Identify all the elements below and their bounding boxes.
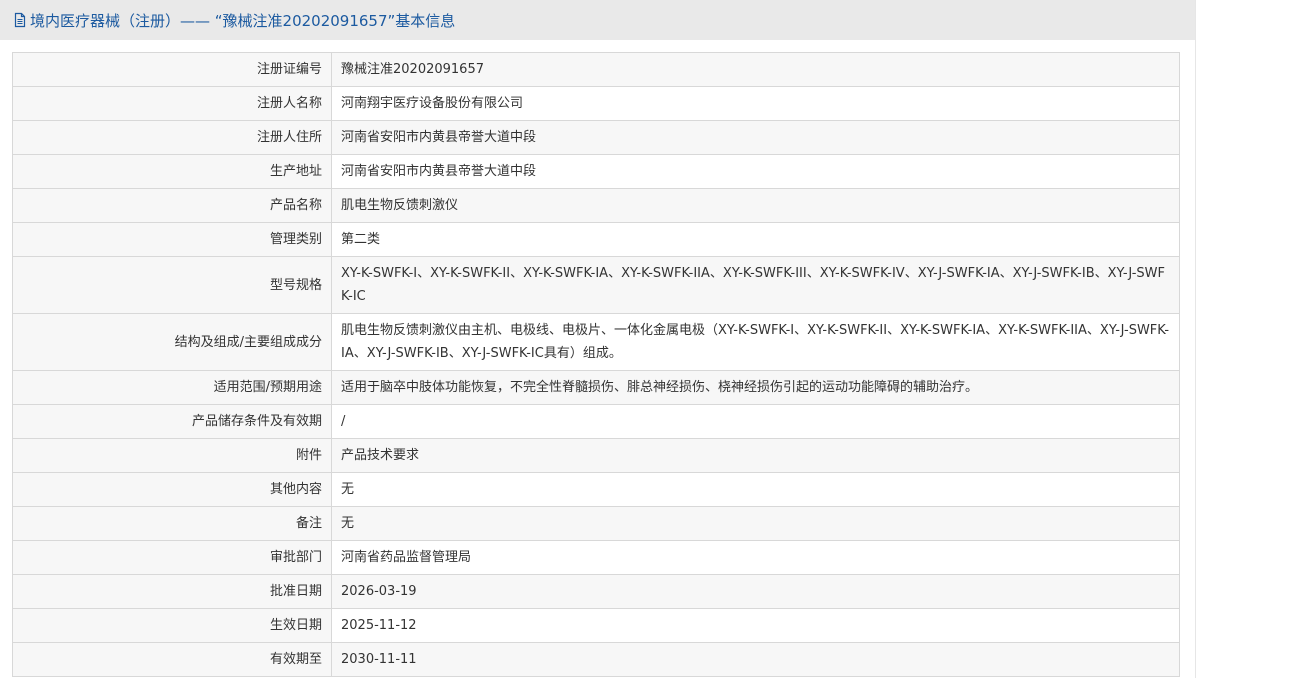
document-icon	[12, 12, 28, 28]
approval-date-value: 2026-03-19	[331, 574, 1180, 609]
table-row-registrant-name: 注册人名称 河南翔宇医疗设备股份有限公司	[12, 86, 1180, 121]
registration-number-value: 豫械注准20202091657	[331, 52, 1180, 87]
attachment-value: 产品技术要求	[331, 438, 1180, 473]
approval-date-label: 批准日期	[12, 574, 332, 609]
panel-header: 境内医疗器械（注册）—— “豫械注准20202091657”基本信息	[0, 0, 1195, 40]
storage-validity-label: 产品储存条件及有效期	[12, 404, 332, 439]
info-table: 注册证编号 豫械注准20202091657 注册人名称 河南翔宇医疗设备股份有限公司注…	[12, 52, 1180, 677]
production-address-label: 生产地址	[12, 154, 332, 189]
model-spec-value: XY-K-SWFK-I、XY-K-SWFK-II、XY-K-SWFK-IA、XY…	[331, 256, 1180, 314]
structure-composition-value: 肌电生物反馈刺激仪由主机、电极线、电极片、一体化金属电极（XY-K-SWFK-I…	[331, 313, 1180, 371]
registrant-address-value: 河南省安阳市内黄县帝誉大道中段	[331, 120, 1180, 155]
table-row-registration-number: 注册证编号 豫械注准20202091657	[12, 52, 1180, 87]
other-content-value: 无	[331, 472, 1180, 507]
table-row-intended-use: 适用范围/预期用途 适用于脑卒中肢体功能恢复，不完全性脊髓损伤、腓总神经损伤、桡神…	[12, 370, 1180, 405]
table-row-attachment: 附件 产品技术要求	[12, 438, 1180, 473]
registrant-address-label: 注册人住所	[12, 120, 332, 155]
effective-date-label: 生效日期	[12, 608, 332, 643]
info-table-body: 注册证编号 豫械注准20202091657 注册人名称 河南翔宇医疗设备股份有限公司注…	[12, 52, 1180, 677]
table-row-approval-department: 审批部门 河南省药品监督管理局	[12, 540, 1180, 575]
structure-composition-label: 结构及组成/主要组成成分	[12, 313, 332, 371]
attachment-label: 附件	[12, 438, 332, 473]
storage-validity-value: /	[331, 404, 1180, 439]
remarks-value: 无	[331, 506, 1180, 541]
registration-number-label: 注册证编号	[12, 52, 332, 87]
product-name-value: 肌电生物反馈刺激仪	[331, 188, 1180, 223]
table-row-storage-validity: 产品储存条件及有效期 /	[12, 404, 1180, 439]
product-name-label: 产品名称	[12, 188, 332, 223]
other-content-label: 其他内容	[12, 472, 332, 507]
table-row-registrant-address: 注册人住所 河南省安阳市内黄县帝誉大道中段	[12, 120, 1180, 155]
detail-panel: 境内医疗器械（注册）—— “豫械注准20202091657”基本信息 注册证编号…	[0, 0, 1196, 678]
page-title: 境内医疗器械（注册）—— “豫械注准20202091657”基本信息	[30, 11, 456, 30]
remarks-label: 备注	[12, 506, 332, 541]
production-address-value: 河南省安阳市内黄县帝誉大道中段	[331, 154, 1180, 189]
table-row-model-spec: 型号规格 XY-K-SWFK-I、XY-K-SWFK-II、XY-K-SWFK-I…	[12, 256, 1180, 314]
valid-until-value: 2030-11-11	[331, 642, 1180, 677]
table-row-remarks: 备注无	[12, 506, 1180, 541]
approval-department-label: 审批部门	[12, 540, 332, 575]
intended-use-value: 适用于脑卒中肢体功能恢复，不完全性脊髓损伤、腓总神经损伤、桡神经损伤引起的运动功…	[331, 370, 1180, 405]
table-row-valid-until: 有效期至 2030-11-11	[12, 642, 1180, 677]
table-row-approval-date: 批准日期 2026-03-19	[12, 574, 1180, 609]
table-row-effective-date: 生效日期 2025-11-12	[12, 608, 1180, 643]
intended-use-label: 适用范围/预期用途	[12, 370, 332, 405]
registrant-name-value: 河南翔宇医疗设备股份有限公司	[331, 86, 1180, 121]
table-row-product-name: 产品名称 肌电生物反馈刺激仪	[12, 188, 1180, 223]
model-spec-label: 型号规格	[12, 256, 332, 314]
table-row-management-category: 管理类别 第二类	[12, 222, 1180, 257]
management-category-label: 管理类别	[12, 222, 332, 257]
table-row-other-content: 其他内容无	[12, 472, 1180, 507]
table-row-production-address: 生产地址 河南省安阳市内黄县帝誉大道中段	[12, 154, 1180, 189]
table-row-structure-composition: 结构及组成/主要组成成分 肌电生物反馈刺激仪由主机、电极线、电极片、一体化金属电极…	[12, 313, 1180, 371]
approval-department-value: 河南省药品监督管理局	[331, 540, 1180, 575]
registrant-name-label: 注册人名称	[12, 86, 332, 121]
effective-date-value: 2025-11-12	[331, 608, 1180, 643]
management-category-value: 第二类	[331, 222, 1180, 257]
valid-until-label: 有效期至	[12, 642, 332, 677]
